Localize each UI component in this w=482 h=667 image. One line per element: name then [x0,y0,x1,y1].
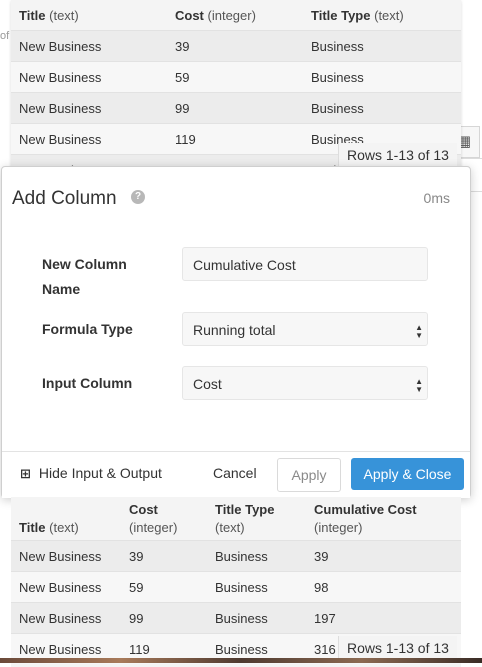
table-cell: New Business [11,602,121,634]
table-cell: 119 [167,123,303,155]
question-circle-icon[interactable]: ? [131,190,145,204]
table-row: New Business 59 Business 98 [11,571,461,603]
formula-type-value: Running total [193,322,276,338]
column-header-title: Title (text) [19,7,79,23]
table-cell: New Business [11,540,121,572]
formula-type-label: Formula Type [42,321,133,337]
column-header-title-type: Title Type (text) [311,7,404,23]
column-header-title-type: Title Type (text) [215,502,275,535]
table-cell: 197 [306,602,461,634]
formula-type-select[interactable]: Running total ▲ ▼ [182,312,428,346]
column-header-title: Title (text) [19,520,79,535]
add-column-dialog: Add Column ? 0ms New Column Name Cumulat… [1,166,471,498]
input-column-value: Cost [193,376,222,392]
select-arrows-icon: ▲ ▼ [415,323,423,340]
table-row: New Business 99 Business 197 [11,602,461,634]
apply-button[interactable]: Apply [277,458,341,492]
table-row: New Business 39 Business [11,30,461,62]
table-row: New Business 59 Business [11,61,461,93]
table-cell: 39 [306,540,461,572]
input-column-select[interactable]: Cost ▲ ▼ [182,366,428,400]
table-cell: New Business [11,571,121,603]
table-row: New Business 99 Business [11,92,461,124]
select-arrows-icon: ▲ ▼ [415,377,423,394]
background-text-fragment: of [0,30,10,42]
input-column-label: Input Column [42,375,133,391]
column-header-cost: Cost (integer) [175,7,256,23]
table-row: New Business 39 Business 39 [11,540,461,572]
table-cell: Business [207,540,306,572]
table-cell: Business [303,30,461,62]
table-cell: 98 [306,571,461,603]
table-cell: 39 [121,540,207,572]
table-cell: 59 [167,61,303,93]
table-cell: 99 [167,92,303,124]
column-header-cumulative-cost: Cumulative Cost (integer) [314,502,417,535]
input-table-header: Title (text) Cost (integer) Title Type (… [11,0,461,31]
apply-and-close-button[interactable]: Apply & Close [351,458,464,490]
hide-input-output-toggle[interactable]: ⊞ Hide Input & Output [20,465,162,482]
new-column-name-input[interactable]: Cumulative Cost [182,247,428,281]
table-cell: Business [207,571,306,603]
dialog-footer: ⊞ Hide Input & Output Cancel Apply Apply … [2,451,470,498]
table-grid-icon: ⊞ [20,466,31,481]
table-cell: 59 [121,571,207,603]
row-count-label: Rows 1-13 of 13 [338,143,457,168]
table-cell: Business [303,92,461,124]
table-cell: 39 [167,30,303,62]
cancel-button[interactable]: Cancel [213,465,257,481]
table-cell: 99 [121,602,207,634]
output-table-header: Title (text) Cost (integer) Title Type (te… [11,497,461,541]
table-cell: New Business [11,30,167,62]
table-cell: Business [303,61,461,93]
table-cell: New Business [11,123,167,155]
hide-input-output-label: Hide Input & Output [38,465,162,481]
execution-time: 0ms [423,190,450,206]
table-cell: Business [207,602,306,634]
table-cell: New Business [11,92,167,124]
new-column-name-label: New Column Name [42,256,127,297]
dialog-title: Add Column [12,188,117,209]
background-image-strip [0,658,482,663]
column-header-cost: Cost (integer) [129,502,178,535]
table-cell: New Business [11,61,167,93]
